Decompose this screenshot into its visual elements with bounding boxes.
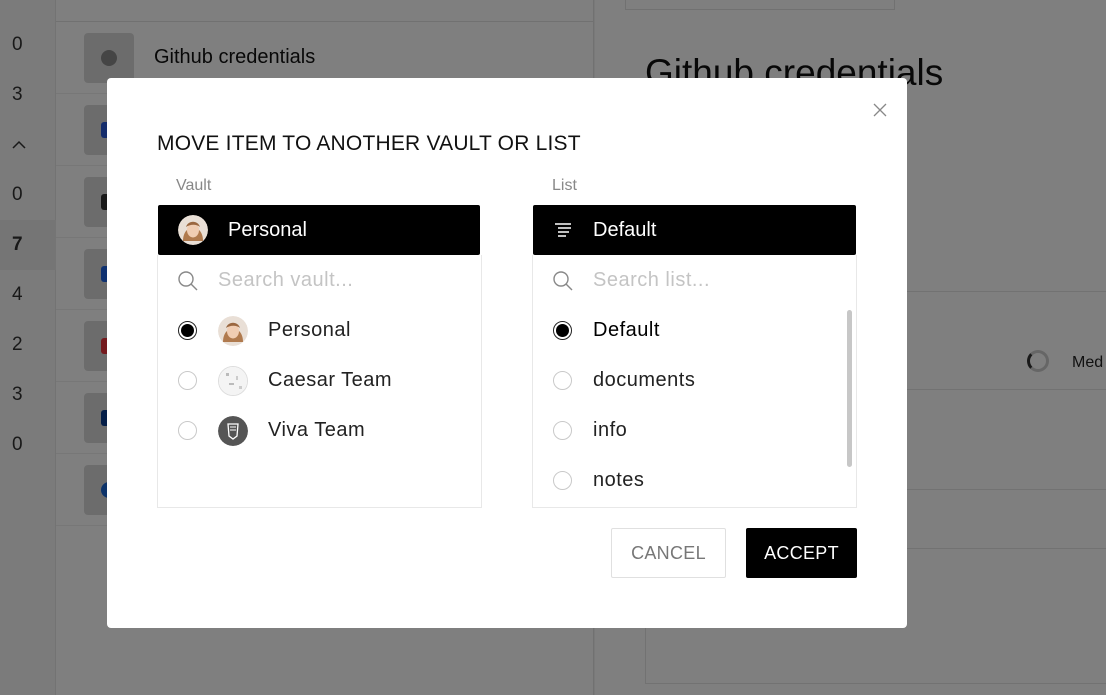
caesar-team-avatar bbox=[218, 366, 248, 396]
radio-unselected[interactable] bbox=[553, 471, 572, 490]
vault-selected-value: Personal bbox=[228, 219, 307, 241]
vault-option-label: Viva Team bbox=[268, 419, 366, 441]
list-select[interactable]: Default bbox=[533, 205, 856, 255]
modal-title: MOVE ITEM TO ANOTHER VAULT OR LIST bbox=[157, 132, 581, 155]
vault-option-personal[interactable]: Personal bbox=[158, 305, 481, 355]
list-icon bbox=[555, 223, 571, 237]
vault-dropdown: Search vault... Personal Caesar Team Viv… bbox=[157, 255, 482, 508]
vault-label: Vault bbox=[176, 177, 212, 194]
list-selected-value: Default bbox=[593, 219, 657, 241]
list-scrollbar[interactable] bbox=[847, 310, 852, 467]
vault-select[interactable]: Personal bbox=[158, 205, 480, 255]
search-icon bbox=[178, 271, 198, 291]
radio-unselected[interactable] bbox=[553, 371, 572, 390]
radio-unselected[interactable] bbox=[178, 371, 197, 390]
list-search-input[interactable]: Search list... bbox=[533, 255, 856, 305]
search-icon bbox=[553, 271, 573, 291]
list-option-notes[interactable]: notes bbox=[533, 455, 856, 505]
radio-unselected[interactable] bbox=[553, 421, 572, 440]
vault-search-input[interactable]: Search vault... bbox=[158, 255, 481, 305]
list-option-default[interactable]: Default bbox=[533, 305, 856, 355]
personal-avatar bbox=[178, 215, 208, 245]
vault-option-label: Personal bbox=[268, 319, 351, 341]
list-option-info[interactable]: info bbox=[533, 405, 856, 455]
list-label: List bbox=[552, 177, 577, 194]
radio-selected[interactable] bbox=[178, 321, 197, 340]
vault-option-label: Caesar Team bbox=[268, 369, 393, 391]
vault-option-viva-team[interactable]: Viva Team bbox=[158, 405, 481, 455]
viva-team-avatar bbox=[218, 416, 248, 446]
list-option-label: info bbox=[593, 419, 628, 441]
radio-selected[interactable] bbox=[553, 321, 572, 340]
list-option-label: documents bbox=[593, 369, 696, 391]
list-option-documents[interactable]: documents bbox=[533, 355, 856, 405]
cancel-button[interactable]: CANCEL bbox=[611, 528, 726, 578]
list-option-label: notes bbox=[593, 469, 645, 491]
accept-button[interactable]: ACCEPT bbox=[746, 528, 857, 578]
vault-search-placeholder: Search vault... bbox=[218, 269, 354, 291]
move-item-modal: MOVE ITEM TO ANOTHER VAULT OR LIST Vault… bbox=[107, 78, 907, 628]
list-dropdown: Search list... Default documents info no… bbox=[532, 255, 857, 508]
close-icon[interactable] bbox=[870, 100, 890, 120]
personal-avatar bbox=[218, 316, 248, 346]
list-option-label: Default bbox=[593, 319, 660, 341]
list-search-placeholder: Search list... bbox=[593, 269, 711, 291]
vault-option-caesar-team[interactable]: Caesar Team bbox=[158, 355, 481, 405]
radio-unselected[interactable] bbox=[178, 421, 197, 440]
